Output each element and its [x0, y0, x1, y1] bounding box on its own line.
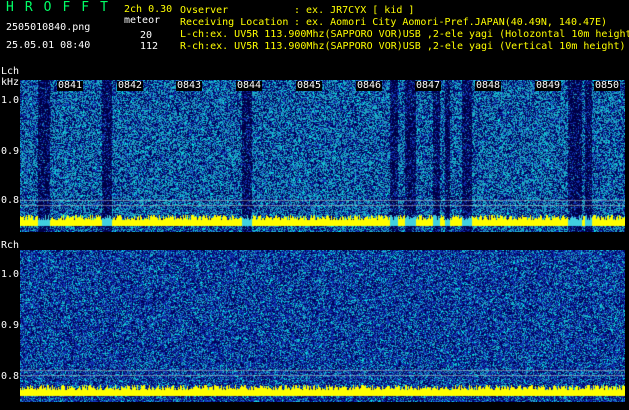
observer-label: Ovserver: [180, 5, 229, 16]
rch-info: R-ch:ex. UV5R 113.900Mhz(SAPPORO VOR)USB…: [180, 41, 626, 52]
rch-label: Rch: [1, 240, 20, 251]
minute-label: 0846: [356, 80, 383, 91]
filename: 2505010840.png: [6, 22, 91, 33]
minute-label: 0850: [594, 80, 621, 91]
minute-label: 0849: [535, 80, 562, 91]
rch-spectrogram: [20, 250, 625, 402]
minute-label: 0841: [57, 80, 84, 91]
minute-label: 0847: [415, 80, 442, 91]
lch-tick: 0.8: [1, 195, 20, 206]
lch-tick: 0.9: [1, 146, 20, 157]
minute-label: 0844: [236, 80, 263, 91]
minute-label: 0848: [475, 80, 502, 91]
mode: meteor: [124, 15, 161, 26]
observer-value: : ex. JR7CYX [ kid ]: [294, 5, 415, 16]
rch-tick: 1.0: [1, 269, 20, 280]
rch-tick: 0.8: [1, 371, 20, 382]
lch-tick: 1.0: [1, 95, 20, 106]
location-value: : ex. Aomori City Aomori-Pref.JAPAN(40.4…: [294, 17, 608, 28]
datetime: 25.05.01 08:40: [6, 40, 91, 51]
version: 2ch 0.30: [124, 4, 173, 15]
rch-tick: 0.9: [1, 320, 20, 331]
lch-spectrogram: [20, 80, 625, 232]
count-l: 20: [140, 30, 153, 41]
location-label: Receiving Location: [180, 17, 289, 28]
lch-info: L-ch:ex. UV5R 113.900Mhz(SAPPORO VOR)USB…: [180, 29, 629, 40]
lch-label: Lch: [1, 66, 20, 77]
minute-label: 0842: [117, 80, 144, 91]
app-logo: HROFFT: [6, 0, 119, 15]
minute-label: 0843: [176, 80, 203, 91]
minute-label: 0845: [296, 80, 323, 91]
count-r: 112: [140, 41, 159, 52]
lch-unit: kHz: [1, 77, 20, 88]
